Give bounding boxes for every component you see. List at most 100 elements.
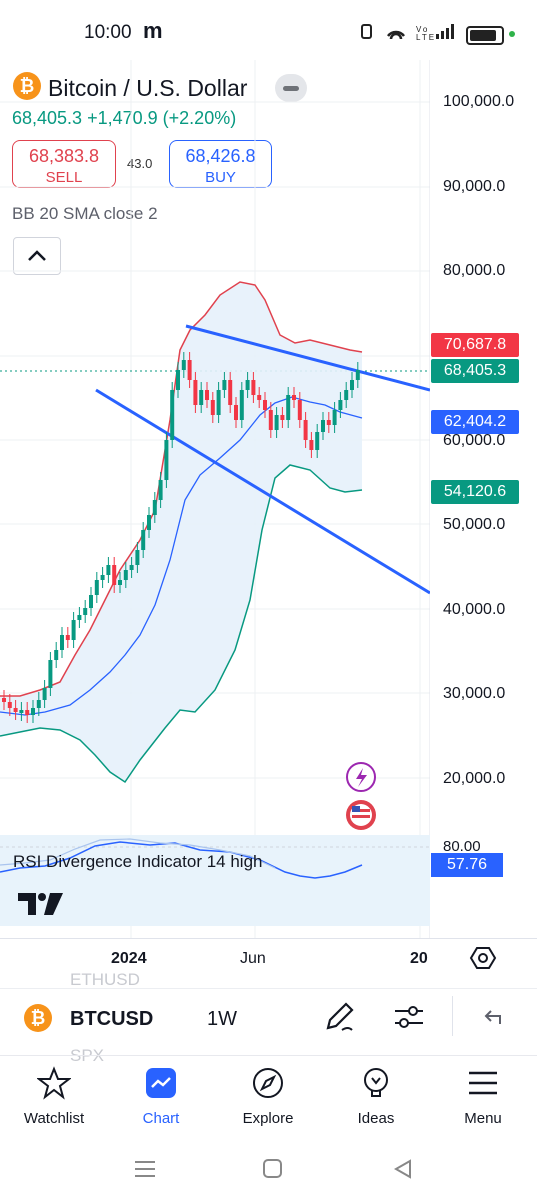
wifi-signal-icon: Vo LTE [361,24,454,42]
price-axis-label: 60,000.0 [443,432,506,449]
price-axis-label: 100,000.0 [443,93,515,110]
rsi-legend[interactable]: RSI Divergence Indicator 14 high [13,852,262,872]
nav-label: Chart [142,1110,180,1127]
price-chart[interactable] [0,60,430,938]
candle-body [321,420,325,432]
candle-body [216,390,221,415]
candle-body [118,580,122,585]
candle-body [326,420,331,425]
ghost-symbol-above: ETHUSD [70,970,140,989]
nav-ideas[interactable]: Ideas [331,1066,421,1127]
candle-body [280,415,285,420]
star-icon [36,1066,72,1100]
time-axis-label: 2024 [111,950,147,967]
lightning-event-icon[interactable] [346,762,376,792]
middle-band-tag: 62,404.2 [431,410,519,434]
undo-icon[interactable] [480,1004,506,1035]
candle-body [7,702,12,708]
candle-body [205,390,209,400]
signal-icons: Vo LTE [360,22,460,46]
pencil-drawing-icon[interactable] [322,1000,356,1039]
candle-body [245,380,250,390]
candle-body [234,405,238,420]
price-axis-label: 80,000.0 [443,262,506,279]
rsi-value-tag: 57.76 [431,853,503,877]
recent-apps-icon[interactable] [133,1158,157,1180]
timeframe-selector[interactable]: 1W [207,1008,237,1031]
candle-body [350,380,354,390]
battery-icon [466,26,504,45]
symbol-selector[interactable]: BTCUSD [70,1008,153,1031]
candle-body [210,400,215,415]
candle-body [257,395,262,400]
candle-body [112,565,117,585]
home-icon[interactable] [262,1158,284,1180]
price-axis-label: 50,000.0 [443,516,506,533]
carrier-icon: m [143,18,163,43]
candle-body [332,410,337,425]
status-time: 10:00 [84,22,132,43]
candle-body [100,575,105,580]
candle-body [297,400,302,420]
system-nav-bar [0,1146,537,1200]
time-axis-label: 20 [410,950,428,967]
candle-body [170,390,175,440]
status-bar: 10:00 m Vo LTE [0,0,537,62]
candle-body [263,400,267,410]
divider [452,996,453,1036]
price-axis-label: 40,000.0 [443,601,506,618]
candle-body [193,380,198,405]
candle-body [286,395,291,420]
candle-body [338,400,343,410]
candle-body [222,380,227,390]
price-axis-label: 90,000.0 [443,178,506,195]
candle-body [89,595,93,608]
candle-body [123,570,128,580]
indicators-sliders-icon[interactable] [392,1002,426,1037]
last-price-tag: 68,405.3 [431,359,519,383]
candle-body [274,415,279,430]
candle-body [309,440,314,450]
upper-band-tag: 70,687.8 [431,333,519,357]
candle-body [135,550,140,565]
nav-explore[interactable]: Explore [223,1066,313,1127]
us-flag-event-icon[interactable] [346,800,376,830]
candle-body [77,615,82,620]
candle-body [54,650,59,660]
back-icon[interactable] [392,1158,414,1180]
candle-body [239,390,244,420]
nav-menu[interactable]: Menu [438,1066,528,1127]
candle-body [158,480,163,500]
nav-chart[interactable]: Chart [116,1066,206,1127]
svg-text:LTE: LTE [416,33,436,42]
candle-body [60,635,64,650]
candle-body [36,700,41,708]
candle-body [187,360,192,380]
candle-body [2,698,6,702]
candle-body [42,688,47,700]
nav-watchlist[interactable]: Watchlist [9,1066,99,1127]
lower-band-tag: 54,120.6 [431,480,519,504]
candle-body [164,440,169,480]
price-axis-label: 30,000.0 [443,685,506,702]
chart-settings-icon[interactable] [469,944,497,977]
candle-body [176,370,180,390]
lightbulb-icon [364,1068,388,1097]
candle-body [181,360,186,370]
candle-body [141,530,146,550]
candle-body [147,515,151,530]
candle-body [13,708,18,712]
price-axis-label: 20,000.0 [443,770,506,787]
candle-body [344,390,349,400]
time-axis-label: Jun [240,950,266,967]
privacy-dot-icon [509,31,515,37]
candle-body [129,565,134,570]
candle-body [83,608,88,615]
candle-body [303,420,308,440]
candle-body [315,432,320,450]
candle-body [268,410,273,430]
candle-body [152,500,157,515]
nav-label: Ideas [357,1110,395,1127]
candle-body [199,390,204,405]
nav-label: Watchlist [23,1110,85,1127]
